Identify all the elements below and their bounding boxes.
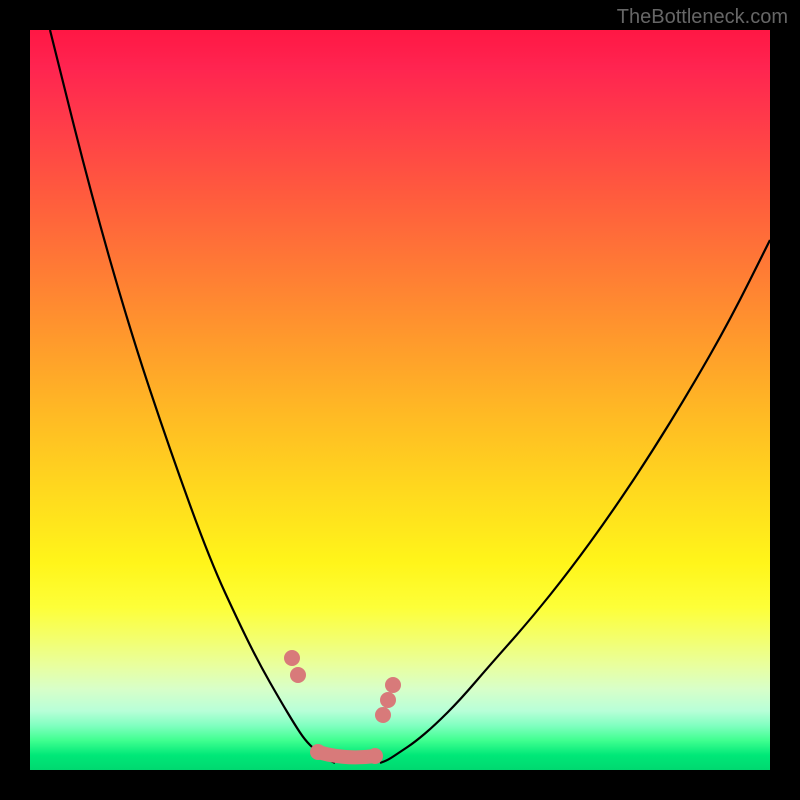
curve-right bbox=[380, 240, 770, 763]
data-marker bbox=[385, 677, 401, 693]
markers-group bbox=[284, 650, 401, 764]
data-marker bbox=[284, 650, 300, 666]
watermark-text: TheBottleneck.com bbox=[617, 6, 788, 29]
chart-plot-area bbox=[30, 30, 770, 770]
data-marker bbox=[310, 744, 326, 760]
bottom-marker-segment bbox=[318, 752, 375, 757]
data-marker bbox=[375, 707, 391, 723]
chart-svg bbox=[30, 30, 770, 770]
data-marker bbox=[380, 692, 396, 708]
data-marker bbox=[290, 667, 306, 683]
data-marker bbox=[367, 748, 383, 764]
